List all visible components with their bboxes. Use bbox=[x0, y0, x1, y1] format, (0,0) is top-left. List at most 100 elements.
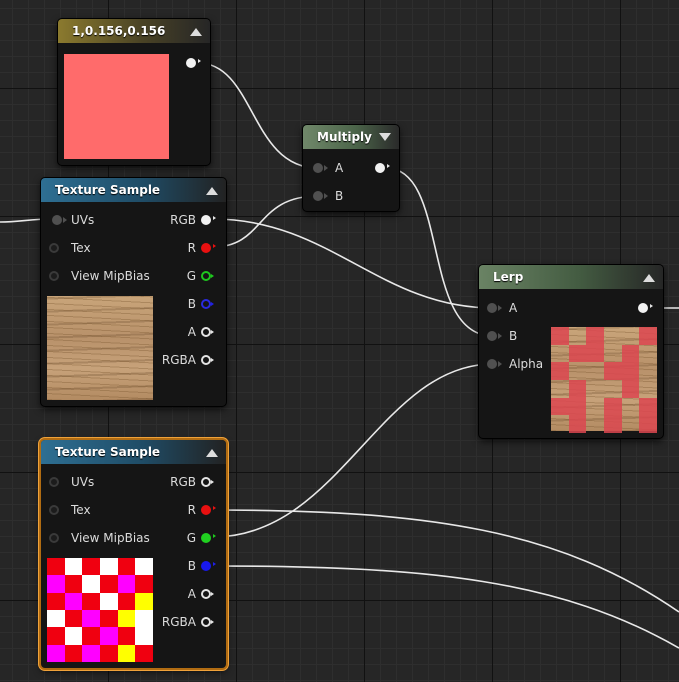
multiply-node-header[interactable]: Multiply bbox=[303, 125, 399, 149]
wire-tex1-rgb-to-lerp-a bbox=[212, 218, 494, 309]
mask-cell bbox=[64, 575, 83, 593]
tex2-output-pin-b[interactable] bbox=[201, 561, 216, 571]
lerp-mask-cell bbox=[639, 345, 657, 363]
texture-sample-node-2[interactable]: Texture Sample UVs Tex View MipBias RGB … bbox=[41, 440, 226, 668]
mask-cell bbox=[117, 575, 136, 593]
constant-node[interactable]: 1,0.156,0.156 bbox=[58, 19, 210, 165]
tex2-output-label-g: G bbox=[186, 531, 196, 545]
multiply-input-label-a: A bbox=[335, 161, 344, 175]
mask-cell bbox=[82, 627, 100, 645]
lerp-mask-cell bbox=[604, 345, 622, 363]
tex1-output-pin-rgba[interactable] bbox=[201, 355, 214, 365]
multiply-input-arrow-b bbox=[324, 193, 328, 199]
lerp-mask-cell bbox=[586, 415, 604, 433]
triangle-up-icon[interactable] bbox=[190, 28, 202, 36]
mask-cell bbox=[82, 644, 100, 662]
tex2-output-label-rgb: RGB bbox=[170, 475, 196, 489]
tex2-output-pin-r[interactable] bbox=[201, 505, 216, 515]
tex2-output-pin-g[interactable] bbox=[201, 533, 216, 543]
mask-cell bbox=[99, 592, 118, 610]
tex2-output-label-r: R bbox=[187, 503, 196, 517]
tex1-output-label-rgba: RGBA bbox=[161, 353, 196, 367]
tex2-input-pin-uvs[interactable] bbox=[49, 477, 59, 487]
lerp-mask-cell bbox=[603, 362, 622, 380]
lerp-mask-cell bbox=[621, 379, 640, 398]
lerp-node-header[interactable]: Lerp bbox=[479, 265, 663, 289]
lerp-mask-cell bbox=[639, 380, 657, 398]
texture-sample-2-header[interactable]: Texture Sample bbox=[41, 440, 226, 464]
wire-tex2-r-offscreen bbox=[212, 509, 679, 613]
tex1-output-pin-b[interactable] bbox=[201, 299, 214, 309]
constant-output-pin[interactable] bbox=[186, 58, 201, 68]
mask-cell bbox=[64, 558, 83, 576]
lerp-result-preview bbox=[551, 327, 657, 433]
tex1-output-pin-a[interactable] bbox=[201, 327, 214, 337]
lerp-mask-cell bbox=[604, 327, 622, 345]
lerp-output-pin[interactable] bbox=[638, 303, 653, 313]
multiply-node[interactable]: Multiply A B bbox=[303, 125, 399, 211]
tex1-input-pin-tex[interactable] bbox=[49, 243, 59, 253]
mask-cell bbox=[117, 558, 136, 576]
mask-cell bbox=[135, 592, 153, 610]
tex1-input-label-mipbias: View MipBias bbox=[71, 269, 150, 283]
tex1-input-pin-mipbias[interactable] bbox=[49, 271, 59, 281]
constant-color-preview bbox=[64, 54, 169, 159]
mask-cell bbox=[82, 558, 100, 576]
tex1-output-label-rgb: RGB bbox=[170, 213, 196, 227]
lerp-mask-cell bbox=[586, 362, 604, 380]
lerp-input-arrow-b bbox=[498, 333, 502, 339]
multiply-input-pin-b[interactable] bbox=[313, 191, 323, 201]
tex1-output-pin-rgb[interactable] bbox=[201, 215, 216, 225]
lerp-input-pin-b[interactable] bbox=[487, 331, 497, 341]
tex2-input-pin-tex[interactable] bbox=[49, 505, 59, 515]
lerp-mask-cell bbox=[551, 415, 569, 433]
multiply-input-pin-a[interactable] bbox=[313, 163, 323, 173]
tex2-output-pin-a[interactable] bbox=[201, 589, 214, 599]
tex1-input-pin-uvs[interactable] bbox=[52, 215, 62, 225]
texture-sample-2-title: Texture Sample bbox=[55, 445, 161, 459]
tex2-input-label-mipbias: View MipBias bbox=[71, 531, 150, 545]
mask-cell bbox=[47, 627, 65, 645]
tex2-mask-preview bbox=[47, 558, 153, 662]
mask-cell bbox=[117, 627, 136, 645]
lerp-input-label-b: B bbox=[509, 329, 518, 343]
mask-cell bbox=[64, 610, 83, 628]
lerp-mask-cell bbox=[622, 398, 640, 416]
lerp-input-label-a: A bbox=[509, 301, 518, 315]
tex1-input-arrow-uvs bbox=[63, 217, 67, 223]
tex2-output-pin-rgba[interactable] bbox=[201, 617, 214, 627]
lerp-input-pin-alpha[interactable] bbox=[487, 359, 497, 369]
tex1-output-pin-r[interactable] bbox=[201, 243, 216, 253]
tex2-input-pin-mipbias[interactable] bbox=[49, 533, 59, 543]
multiply-input-arrow-a bbox=[324, 165, 328, 171]
texture-sample-node-1[interactable]: Texture Sample UVs Tex View MipBias RGB … bbox=[41, 178, 226, 406]
tex2-output-label-b: B bbox=[187, 559, 196, 573]
triangle-up-icon[interactable] bbox=[643, 274, 655, 282]
tex2-output-pin-rgb[interactable] bbox=[201, 477, 214, 487]
lerp-mask-cell bbox=[621, 362, 640, 380]
lerp-mask-cell bbox=[569, 362, 587, 380]
triangle-up-icon[interactable] bbox=[206, 449, 218, 457]
tex1-output-pin-g[interactable] bbox=[201, 271, 214, 281]
constant-node-header[interactable]: 1,0.156,0.156 bbox=[58, 19, 210, 43]
triangle-down-icon[interactable] bbox=[379, 133, 391, 141]
lerp-node-title: Lerp bbox=[493, 270, 524, 284]
lerp-mask-cell bbox=[604, 380, 622, 398]
lerp-mask-cell bbox=[586, 344, 604, 363]
multiply-output-pin[interactable] bbox=[375, 163, 390, 173]
lerp-mask-cell bbox=[586, 380, 604, 398]
tex1-output-label-a: A bbox=[187, 325, 196, 339]
triangle-up-icon[interactable] bbox=[206, 187, 218, 195]
mask-cell bbox=[47, 575, 65, 593]
mask-cell bbox=[47, 558, 65, 576]
texture-sample-1-header[interactable]: Texture Sample bbox=[41, 178, 226, 202]
lerp-node[interactable]: Lerp A B Alpha bbox=[479, 265, 663, 438]
mask-cell bbox=[99, 558, 118, 576]
wire-tex2-g-to-lerp-alpha bbox=[212, 363, 494, 538]
mask-cell bbox=[64, 627, 83, 645]
lerp-input-pin-a[interactable] bbox=[487, 303, 497, 313]
lerp-mask-cell bbox=[568, 379, 587, 398]
mask-cell bbox=[117, 610, 136, 628]
mask-cell bbox=[64, 644, 83, 662]
lerp-mask-cell bbox=[568, 415, 587, 433]
